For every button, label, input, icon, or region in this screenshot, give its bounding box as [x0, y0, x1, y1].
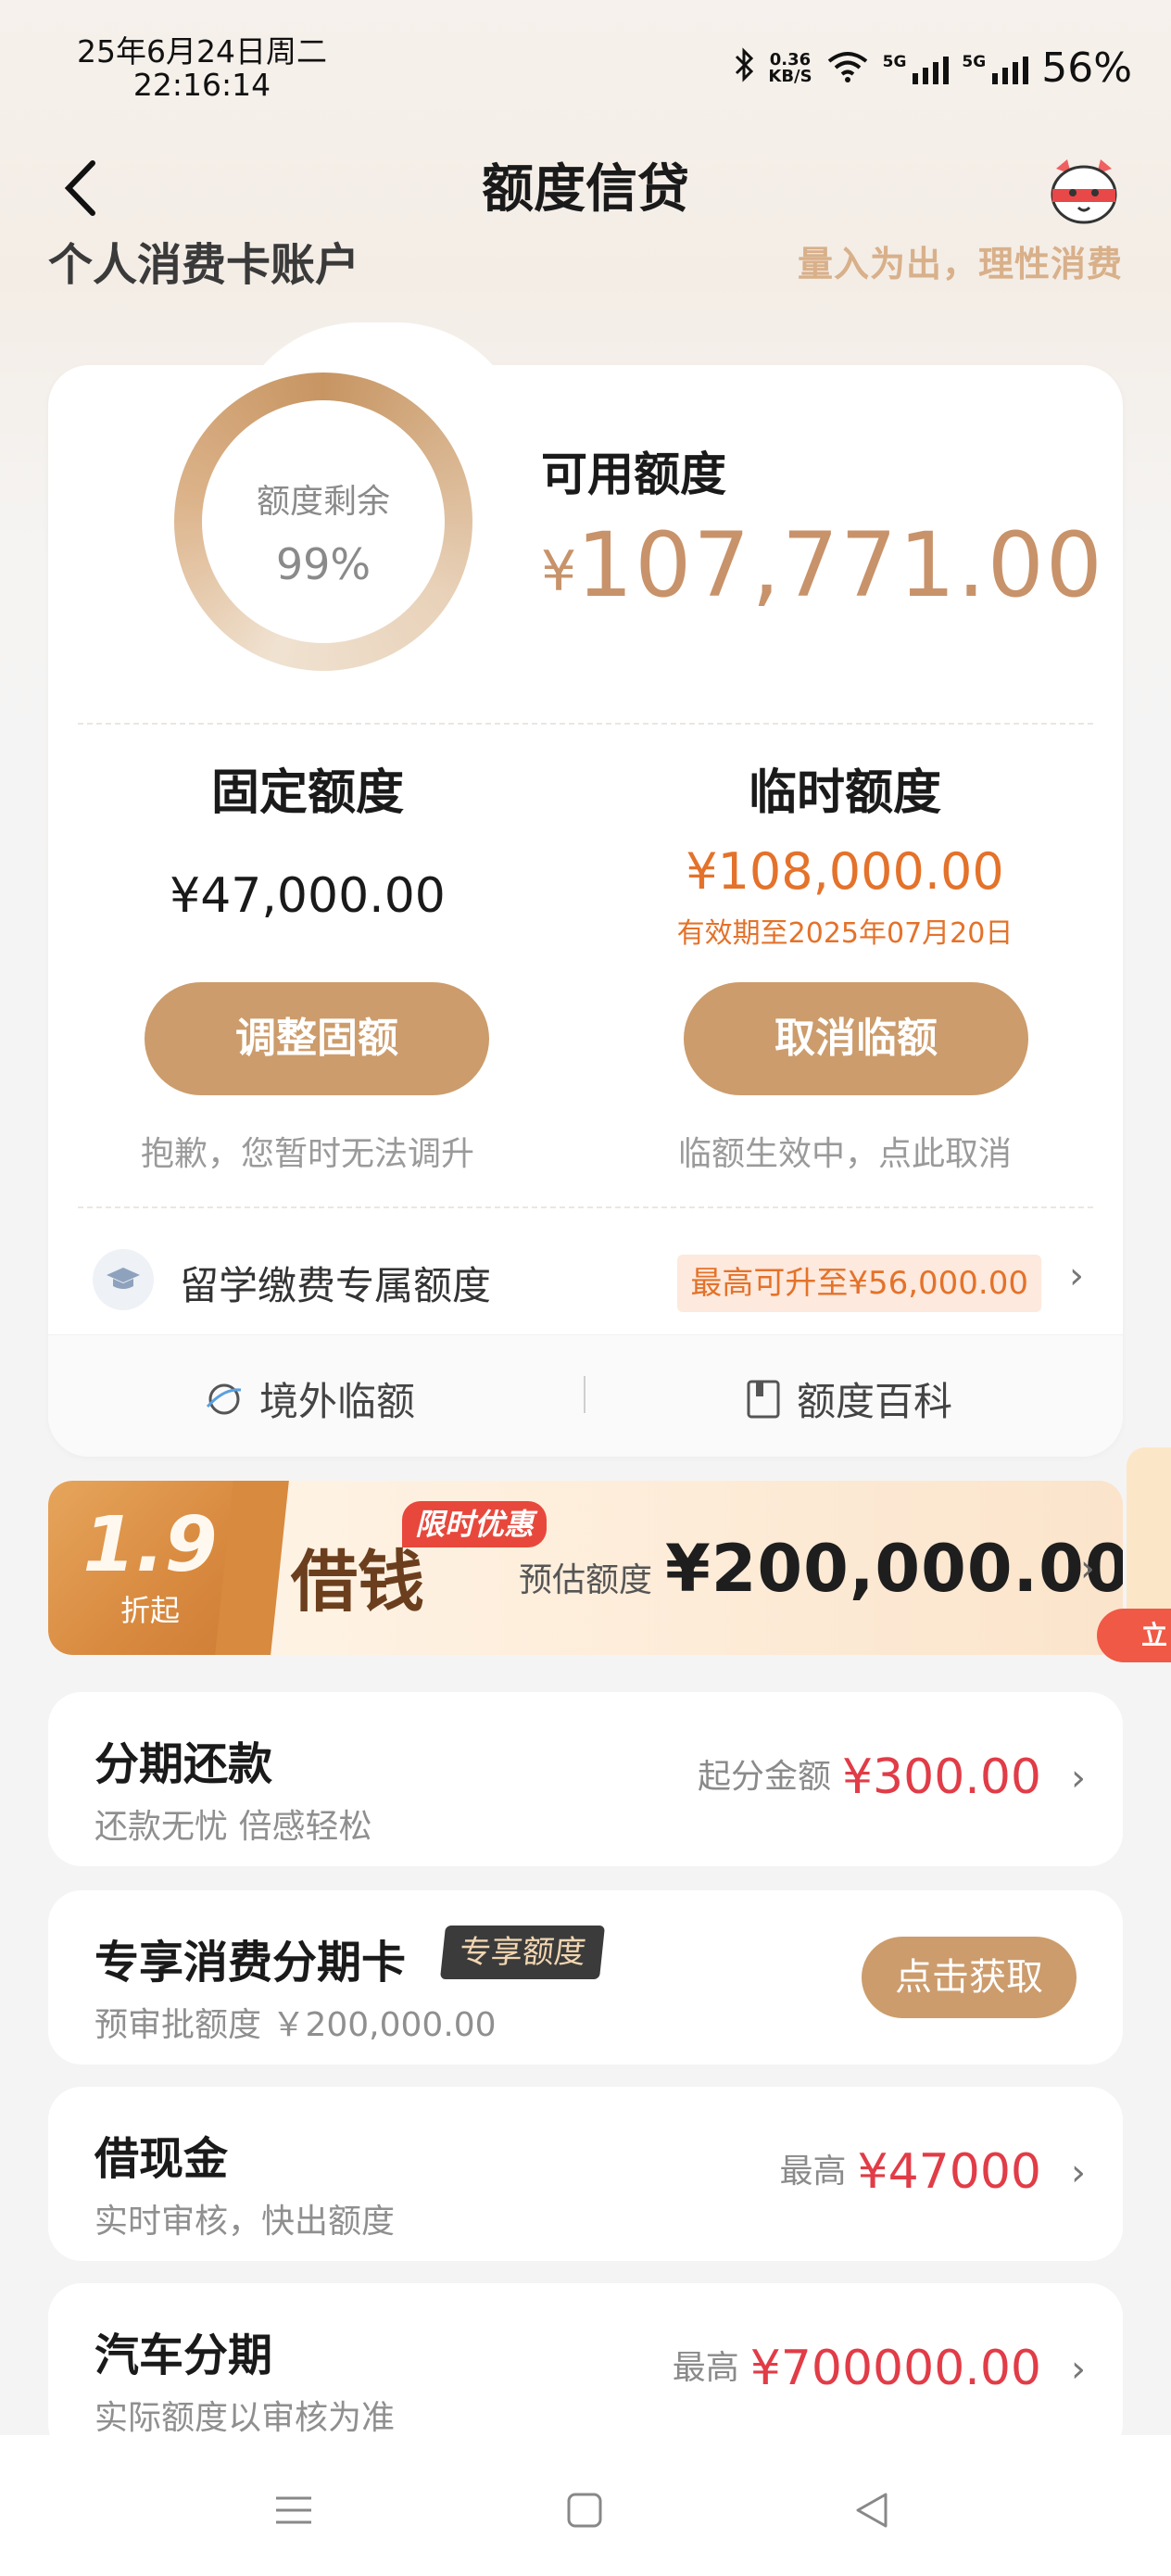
list-item-cash-loan[interactable]: 借现金 实时审核，快出额度 最高 ¥47000 › — [48, 2087, 1123, 2261]
promo-tag: 限时优惠 — [402, 1501, 548, 1547]
home-square-icon[interactable] — [561, 2487, 608, 2533]
menu-icon[interactable] — [271, 2487, 317, 2533]
limit-wiki-link[interactable]: 额度百科 — [745, 1370, 952, 1427]
discount-suffix: 折起 — [120, 1593, 180, 1628]
study-abroad-label: 留学缴费专属额度 — [180, 1263, 492, 1308]
list-item-right-label: 起分金额 — [697, 1758, 831, 1796]
chevron-right-icon: › — [1071, 2348, 1086, 2391]
divider — [78, 1206, 1093, 1208]
temporary-limit-note[interactable]: 临额生效中，点此取消 — [613, 1127, 1077, 1175]
planet-icon — [206, 1383, 242, 1414]
discount-badge: 1.9 折起 — [48, 1481, 252, 1655]
net-speed-unit: KB/S — [768, 67, 812, 86]
list-item-car-installment[interactable]: 汽车分期 实际额度以审核为准 最高 ¥700000.00 › — [48, 2283, 1123, 2457]
list-item-title: 汽车分期 — [94, 2330, 273, 2381]
chevron-right-icon: › — [1080, 1547, 1095, 1590]
account-label: 个人消费卡账户 — [48, 239, 360, 291]
estimated-amount: ¥200,000.00 — [665, 1531, 1123, 1607]
status-date: 25年6月24日周二 — [77, 33, 327, 69]
chevron-right-icon: › — [1071, 2152, 1086, 2194]
slogan: 量入为出，理性消费 — [797, 244, 1123, 284]
book-icon — [747, 1380, 780, 1418]
ring-value: 99% — [275, 539, 371, 589]
cell-signal-2-icon: 5G — [962, 53, 1029, 84]
status-bar: 25年6月24日周二 22:16:14 0.36 KB/S 5G 5G 56% — [0, 0, 1171, 130]
discount-number: 1.9 — [82, 1501, 218, 1589]
list-item-right-value: ¥300.00 — [841, 1749, 1041, 1805]
fixed-limit-note: 抱歉，您暂时无法调升 — [140, 1135, 474, 1173]
status-time: 22:16:14 — [132, 67, 271, 103]
signal-2-label: 5G — [962, 53, 987, 71]
list-item-exclusive-card[interactable]: 专享消费分期卡 专享额度 预审批额度 ￥200,000.00 点击获取 — [48, 1890, 1123, 2065]
fixed-limit-amount: ¥47,000.00 — [170, 868, 446, 924]
status-icons: 0.36 KB/S 5G 5G 56% — [733, 43, 1132, 95]
list-item-subtitle: 实际额度以审核为准 — [94, 2399, 396, 2437]
list-item-right-value: ¥47000 — [857, 2144, 1041, 2200]
study-abroad-limit-row[interactable]: 留学缴费专属额度 最高可升至¥56,000.00 › — [48, 1218, 1123, 1344]
footer-separator — [584, 1376, 586, 1413]
get-now-button[interactable]: 点击获取 — [862, 1937, 1077, 2018]
available-label: 可用额度 — [541, 448, 726, 501]
status-datetime: 25年6月24日周二 22:16:14 — [72, 35, 332, 102]
adjust-fixed-limit-button[interactable]: 调整固额 — [145, 982, 489, 1095]
study-abroad-badge: 最高可升至¥56,000.00 — [677, 1255, 1041, 1312]
chevron-right-icon: › — [1069, 1255, 1084, 1297]
bluetooth-icon — [733, 46, 755, 91]
page: 25年6月24日周二 22:16:14 0.36 KB/S 5G 5G 56% — [0, 0, 1171, 2576]
back-triangle-icon[interactable] — [849, 2487, 895, 2533]
available-currency: ¥ — [541, 539, 577, 604]
system-navigation-bar — [0, 2435, 1171, 2576]
list-item-right: 最高 ¥47000 — [779, 2144, 1041, 2200]
loan-banner[interactable]: 1.9 折起 借钱 限时优惠 预估额度 ¥200,000.00 › — [48, 1481, 1123, 1655]
floating-side-button[interactable]: 立 — [1097, 1609, 1171, 1662]
list-item-title: 专享消费分期卡 — [94, 1937, 407, 1989]
available-amount: ¥107,771.00 — [541, 513, 1104, 617]
ring-label: 额度剩余 — [256, 483, 390, 521]
estimated-label: 预估额度 — [519, 1561, 653, 1599]
list-item-right: 最高 ¥700000.00 — [673, 2341, 1041, 2396]
chevron-right-icon: › — [1071, 1757, 1086, 1799]
temporary-limit-amount: ¥108,000.00 — [686, 842, 1004, 901]
card-footer: 境外临额 额度百科 — [48, 1334, 1123, 1457]
available-value: 107,771.00 — [576, 513, 1104, 617]
divider — [78, 723, 1093, 725]
temporary-limit-column: 临时额度 ¥108,000.00 有效期至2025年07月20日 — [613, 764, 1077, 951]
list-item-right-value: ¥700000.00 — [749, 2341, 1041, 2396]
wifi-icon — [825, 50, 870, 87]
cell-signal-1-icon: 5G — [883, 53, 950, 84]
wiki-label: 额度百科 — [797, 1379, 953, 1424]
overseas-label: 境外临额 — [259, 1379, 416, 1424]
remaining-ring: 额度剩余 99% — [174, 373, 472, 671]
list-item-right-label: 最高 — [672, 2349, 739, 2387]
overseas-temporary-limit-link[interactable]: 境外临额 — [204, 1370, 415, 1427]
cancel-temporary-limit-button[interactable]: 取消临额 — [684, 982, 1028, 1095]
list-item-title: 借现金 — [94, 2133, 229, 2185]
ring-center: 额度剩余 99% — [202, 400, 445, 643]
mascot-avatar-icon[interactable] — [1045, 156, 1123, 226]
list-item-subtitle: 还款无忧 倍感轻松 — [94, 1808, 372, 1846]
list-item-title: 分期还款 — [94, 1738, 273, 1790]
subheader: 个人消费卡账户 量入为出，理性消费 — [48, 228, 1123, 293]
list-item-right-label: 最高 — [779, 2153, 847, 2191]
temporary-limit-expiry: 有效期至2025年07月20日 — [676, 917, 1014, 950]
fixed-limit-column: 固定额度 ¥47,000.00 — [76, 764, 539, 925]
list-item-subtitle: 实时审核，快出额度 — [94, 2203, 396, 2241]
list-item-right: 起分金额 ¥300.00 — [698, 1749, 1041, 1805]
signal-1-label: 5G — [882, 53, 907, 71]
list-item-subtitle: 预审批额度 ￥200,000.00 — [94, 2006, 497, 2044]
list-item-installment-repay[interactable]: 分期还款 还款无忧 倍感轻松 起分金额 ¥300.00 › — [48, 1692, 1123, 1866]
fixed-limit-title: 固定额度 — [210, 765, 404, 821]
credit-card-panel: 额度剩余 99% 可用额度 ¥107,771.00 固定额度 ¥47,000.0… — [48, 322, 1123, 1457]
graduation-cap-icon — [93, 1249, 154, 1310]
network-speed: 0.36 KB/S — [768, 52, 812, 85]
page-title: 额度信贷 — [482, 159, 689, 220]
temporary-limit-title: 临时额度 — [748, 765, 941, 821]
battery-level: 56% — [1041, 44, 1132, 92]
exclusive-limit-tag: 专享额度 — [439, 1926, 606, 1979]
